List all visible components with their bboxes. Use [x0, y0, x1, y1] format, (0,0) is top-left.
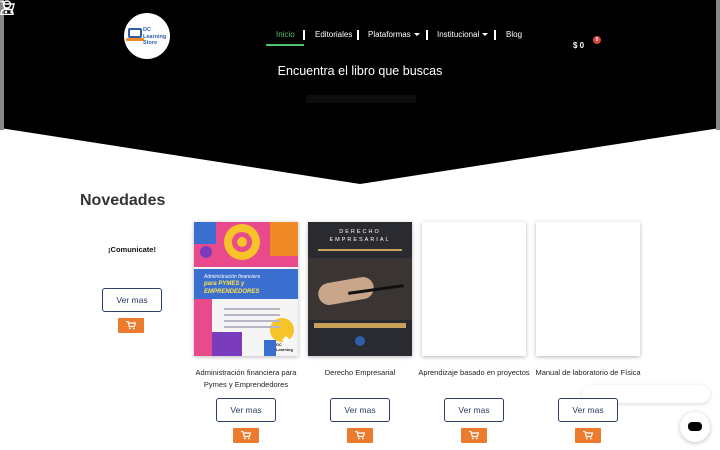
publisher-seal [355, 336, 365, 346]
search-input[interactable] [306, 95, 416, 103]
book-ver-mas-button[interactable]: Ver mas [558, 398, 618, 422]
cart-total[interactable]: $ 0 [573, 41, 584, 50]
nav-item-institucional[interactable]: Institucional [437, 30, 489, 40]
cover-title: DERECHO EMPRESARIAL [329, 229, 391, 243]
cart-icon [241, 431, 251, 440]
cover-authors [224, 308, 280, 334]
cover-title: para PYMES y [204, 281, 245, 287]
cart-icon [469, 431, 479, 440]
book-add-to-cart-button[interactable] [461, 428, 487, 443]
book-add-to-cart-button[interactable] [575, 428, 601, 443]
book-ver-mas-button[interactable]: Ver mas [444, 398, 504, 422]
cover-publisher: DC Learning [276, 342, 293, 352]
cart-icon [583, 431, 593, 440]
chat-icon [688, 422, 702, 431]
section-title: Novedades [80, 192, 166, 209]
nav-separator [357, 30, 359, 40]
cart-icon [355, 431, 365, 440]
cart-icon [126, 321, 136, 330]
laptop-icon [128, 28, 142, 38]
nav-active-underline [266, 44, 304, 46]
book-add-to-cart-button[interactable] [233, 428, 259, 443]
nav-item-plataformas[interactable]: Plataformas [368, 30, 420, 40]
chevron-down-icon [482, 33, 489, 37]
book-title: Derecho Empresarial [324, 368, 396, 377]
book-cover[interactable] [422, 222, 526, 356]
book-ver-mas-button[interactable]: Ver mas [330, 398, 390, 422]
nav-separator [303, 30, 305, 40]
book-title: Administración financiera para Pymes y E… [195, 368, 297, 389]
header-background [0, 0, 720, 184]
store-logo[interactable]: DC Learning Store [124, 13, 170, 59]
logo-text: DC Learning Store [143, 27, 167, 46]
chat-button[interactable] [680, 412, 710, 442]
book-title: Manual de laboratorio de Física [535, 368, 641, 377]
nav-item-editoriales[interactable]: Editoriales [315, 30, 352, 40]
cover-title: Administración financiera [204, 274, 260, 280]
promo-ver-mas-button[interactable]: Ver mas [102, 288, 162, 312]
cover-title: EMPRENDEDORES [204, 289, 260, 295]
nav-separator [426, 30, 428, 40]
site-header: DC Learning Store Inicio Editoriales Pla… [0, 0, 720, 185]
book-add-to-cart-button[interactable] [347, 428, 373, 443]
nav-separator [494, 30, 496, 40]
book-cover[interactable]: Administración financiera para PYMES y E… [194, 222, 298, 356]
chevron-down-icon [413, 33, 420, 37]
nav-item-inicio[interactable]: Inicio [276, 30, 295, 40]
cart-count-badge: 0 [593, 36, 601, 44]
promo-text: ¡Comunicate! [108, 245, 156, 254]
promo-add-to-cart-button[interactable] [118, 318, 144, 333]
book-title: Aprendizaje basado en proyectos [418, 368, 530, 377]
cart-icon[interactable] [0, 0, 15, 14]
book-cover[interactable]: DERECHO EMPRESARIAL [308, 222, 412, 356]
book-cover[interactable] [536, 222, 640, 356]
nav-item-blog[interactable]: Blog [506, 30, 522, 40]
book-ver-mas-button[interactable]: Ver mas [216, 398, 276, 422]
hero-title: Encuentra el libro que buscas [277, 64, 443, 78]
